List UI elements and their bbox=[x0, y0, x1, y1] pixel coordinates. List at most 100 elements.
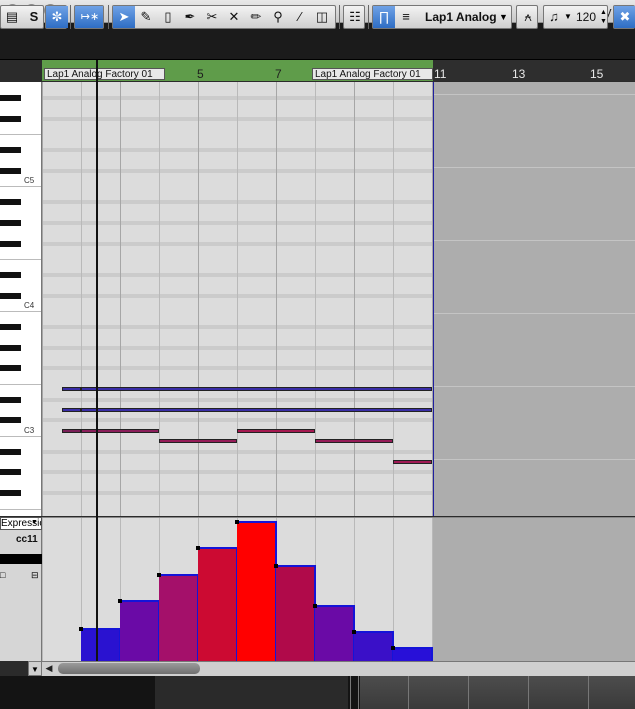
piano-keyboard[interactable]: C6C5C4C3C2C1 bbox=[0, 82, 42, 516]
zoom-tool-icon[interactable]: ⚲ bbox=[267, 6, 289, 28]
playhead[interactable] bbox=[96, 60, 98, 661]
controller-point[interactable] bbox=[352, 630, 356, 634]
midi-note[interactable] bbox=[61, 428, 81, 433]
bar-number: 7 bbox=[275, 67, 282, 81]
midi-note[interactable] bbox=[61, 387, 81, 392]
controller-point[interactable] bbox=[118, 599, 122, 603]
controller-cc: cc11 bbox=[16, 534, 38, 545]
controller-bar[interactable] bbox=[237, 521, 277, 661]
white-key-divider bbox=[0, 508, 41, 510]
bar-number: 11 bbox=[434, 67, 447, 81]
instrument-dropdown-icon[interactable]: ▼ bbox=[499, 6, 508, 28]
midi-note[interactable] bbox=[61, 408, 81, 412]
white-key-divider bbox=[0, 384, 41, 385]
black-key[interactable] bbox=[0, 147, 21, 153]
scroll-left-icon[interactable]: ◀ bbox=[42, 661, 56, 676]
auto-scroll-button[interactable]: ↦∗ bbox=[74, 5, 104, 29]
solo-icon[interactable]: S bbox=[23, 6, 45, 28]
black-key[interactable] bbox=[0, 115, 21, 122]
link-button[interactable]: ✖ bbox=[613, 5, 635, 29]
empty-grid-area[interactable] bbox=[433, 82, 635, 679]
controller-bar[interactable] bbox=[393, 647, 433, 661]
instrument-select[interactable]: Lap1 Analog bbox=[425, 6, 497, 28]
black-key[interactable] bbox=[0, 271, 21, 278]
controller-bar[interactable] bbox=[198, 547, 238, 661]
view-options-group: ▤ S bbox=[0, 5, 44, 29]
velocity-tool-icon[interactable]: ✏ bbox=[245, 6, 267, 28]
controller-lane[interactable] bbox=[42, 517, 433, 661]
quantize-step-button[interactable]: ⍲ bbox=[516, 5, 538, 29]
pencil-tool-icon[interactable]: ✎ bbox=[135, 6, 157, 28]
black-key[interactable] bbox=[0, 469, 21, 476]
controller-bar[interactable] bbox=[315, 605, 355, 661]
grid-line bbox=[237, 82, 238, 516]
black-key[interactable] bbox=[0, 95, 21, 101]
midi-note[interactable] bbox=[159, 439, 237, 444]
region-label-1[interactable]: Lap1 Analog Factory 01 bbox=[44, 68, 165, 80]
controller-point[interactable] bbox=[79, 627, 83, 631]
controller-point[interactable] bbox=[313, 604, 317, 608]
midi-note[interactable] bbox=[81, 428, 159, 433]
black-key[interactable] bbox=[0, 167, 21, 174]
black-key[interactable] bbox=[0, 417, 21, 424]
black-key[interactable] bbox=[0, 490, 21, 497]
tempo-group: ♫ ▼ 120 ▲ ▼ bbox=[543, 5, 608, 29]
midi-note[interactable] bbox=[393, 460, 432, 464]
scissors-tool-icon[interactable]: ✂ bbox=[201, 6, 223, 28]
black-key[interactable] bbox=[0, 344, 21, 351]
black-key[interactable] bbox=[0, 240, 21, 247]
black-key[interactable] bbox=[0, 396, 21, 403]
controller-point[interactable] bbox=[196, 546, 200, 550]
layers-icon[interactable]: ≡ bbox=[395, 6, 417, 28]
black-key[interactable] bbox=[0, 199, 21, 205]
grid-line bbox=[434, 167, 635, 168]
controller-point[interactable] bbox=[391, 646, 395, 650]
controller-dropdown-icon[interactable]: ▼ bbox=[31, 519, 38, 526]
region-label-2[interactable]: Lap1 Analog Factory 01 bbox=[312, 68, 433, 80]
controller-point[interactable] bbox=[157, 573, 161, 577]
line-tool-icon[interactable]: ∕ bbox=[289, 6, 311, 28]
mute-tool-icon[interactable]: ✕ bbox=[223, 6, 245, 28]
midi-note[interactable] bbox=[237, 428, 315, 433]
quantize-button[interactable]: ☷ bbox=[343, 5, 365, 29]
controller-bar[interactable] bbox=[276, 565, 316, 661]
black-key[interactable] bbox=[0, 219, 21, 226]
quantize-step-icon: ⍲ bbox=[524, 9, 532, 24]
midi-note[interactable] bbox=[315, 439, 393, 444]
lane-remove-icon[interactable]: ⊟ bbox=[31, 570, 39, 581]
midi-note[interactable] bbox=[81, 387, 432, 392]
midi-note[interactable] bbox=[81, 408, 432, 412]
controller-bar[interactable] bbox=[159, 574, 199, 661]
black-key[interactable] bbox=[0, 448, 21, 455]
black-key[interactable] bbox=[0, 365, 21, 372]
tempo-dropdown-icon[interactable]: ▼ bbox=[564, 6, 572, 28]
grid-line bbox=[276, 82, 277, 516]
grid-line bbox=[198, 82, 199, 516]
scrollbar-thumb[interactable] bbox=[58, 663, 200, 674]
black-key[interactable] bbox=[0, 323, 21, 330]
controller-bar[interactable] bbox=[354, 631, 394, 661]
arrow-tool-icon[interactable]: ➤ bbox=[113, 6, 135, 28]
controller-point[interactable] bbox=[235, 520, 239, 524]
metronome-icon[interactable]: ♫ bbox=[544, 6, 564, 28]
eraser-tool-icon[interactable]: ▯ bbox=[157, 6, 179, 28]
lane-collapse-icon[interactable]: □ bbox=[0, 570, 5, 580]
controller-bar[interactable] bbox=[81, 628, 121, 661]
controller-bar[interactable] bbox=[120, 600, 160, 661]
tempo-value[interactable]: 120 bbox=[576, 6, 596, 28]
note-grid[interactable] bbox=[42, 82, 433, 516]
octave-label: C3 bbox=[24, 425, 35, 435]
grid-line bbox=[315, 82, 316, 516]
white-key-divider bbox=[0, 134, 41, 136]
tempo-stepper-icon[interactable]: ▲ ▼ bbox=[600, 8, 607, 26]
time-warp-tool-icon[interactable]: ◫ bbox=[311, 6, 333, 28]
white-key-divider bbox=[0, 311, 41, 313]
edit-in-place-icon[interactable]: ∏ bbox=[373, 6, 395, 28]
brush-tool-icon[interactable]: ✒ bbox=[179, 6, 201, 28]
controller-point[interactable] bbox=[274, 564, 278, 568]
black-key[interactable] bbox=[0, 292, 21, 299]
auto-scroll-icon: ↦∗ bbox=[77, 6, 103, 28]
list-view-icon[interactable]: ▤ bbox=[1, 6, 23, 28]
acoustic-feedback-button[interactable]: ✼ bbox=[45, 5, 68, 29]
lane-menu-icon[interactable]: ▼ bbox=[28, 661, 42, 676]
